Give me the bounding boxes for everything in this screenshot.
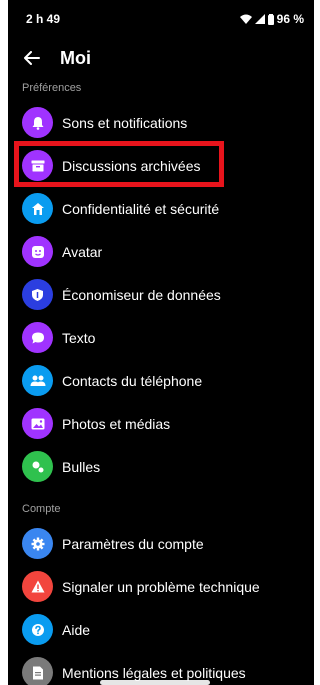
menu-label: Sons et notifications	[62, 115, 188, 131]
shield-icon	[22, 279, 53, 310]
menu-label: Avatar	[62, 244, 103, 260]
page-title: Moi	[60, 48, 91, 68]
menu-label: Mentions légales et politiques	[62, 665, 246, 681]
menu-label: Économiseur de données	[62, 287, 221, 303]
warning-icon	[22, 571, 53, 602]
back-button[interactable]	[20, 48, 44, 72]
menu-item-phone-contacts[interactable]: Contacts du téléphone	[8, 359, 314, 402]
wifi-icon	[239, 14, 252, 24]
menu-item-sounds-notifications[interactable]: Sons et notifications	[8, 101, 314, 144]
menu-label: Signaler un problème technique	[62, 579, 260, 595]
menu-item-help[interactable]: Aide	[8, 608, 314, 651]
menu-item-avatar[interactable]: Avatar	[8, 230, 314, 273]
menu-item-privacy-security[interactable]: Confidentialité et sécurité	[8, 187, 314, 230]
menu-label: Photos et médias	[62, 416, 171, 432]
help-icon	[22, 614, 53, 645]
menu-item-sms[interactable]: Texto	[8, 316, 314, 359]
menu-item-account-settings[interactable]: Paramètres du compte	[8, 522, 314, 565]
photo-icon	[22, 408, 53, 439]
gear-icon	[22, 528, 53, 559]
status-time: 2 h 49	[26, 12, 61, 26]
navigation-handle[interactable]	[100, 680, 210, 685]
status-bar: 2 h 49 96 %	[8, 0, 314, 40]
battery-level: 96 %	[276, 12, 304, 26]
battery-icon	[267, 13, 274, 25]
menu-item-report-problem[interactable]: Signaler un problème technique	[8, 565, 314, 608]
menu-item-photos-media[interactable]: Photos et médias	[8, 402, 314, 445]
phone-screen: 2 h 49 96 % Moi Préférences Sons et noti…	[8, 0, 314, 685]
menu-label: Aide	[62, 622, 91, 638]
section-label-preferences: Préférences	[22, 82, 82, 94]
bell-icon	[22, 107, 53, 138]
status-indicators: 96 %	[239, 12, 304, 26]
bubbles-icon	[22, 451, 53, 482]
menu-label: Paramètres du compte	[62, 536, 204, 552]
section-label-account: Compte	[22, 503, 61, 515]
menu-label: Contacts du téléphone	[62, 373, 203, 389]
highlight-box	[14, 141, 224, 187]
chat-bubble-icon	[22, 322, 53, 353]
signal-icon	[254, 14, 265, 24]
menu-label: Confidentialité et sécurité	[62, 201, 220, 217]
avatar-icon	[22, 236, 53, 267]
arrow-left-icon	[24, 50, 40, 70]
document-icon	[22, 657, 53, 685]
menu-item-data-saver[interactable]: Économiseur de données	[8, 273, 314, 316]
header: Moi	[8, 40, 314, 80]
menu-label: Bulles	[62, 459, 101, 475]
menu-item-bubbles[interactable]: Bulles	[8, 445, 314, 488]
menu-label: Texto	[62, 330, 96, 346]
home-shield-icon	[22, 193, 53, 224]
contacts-icon	[22, 365, 53, 396]
